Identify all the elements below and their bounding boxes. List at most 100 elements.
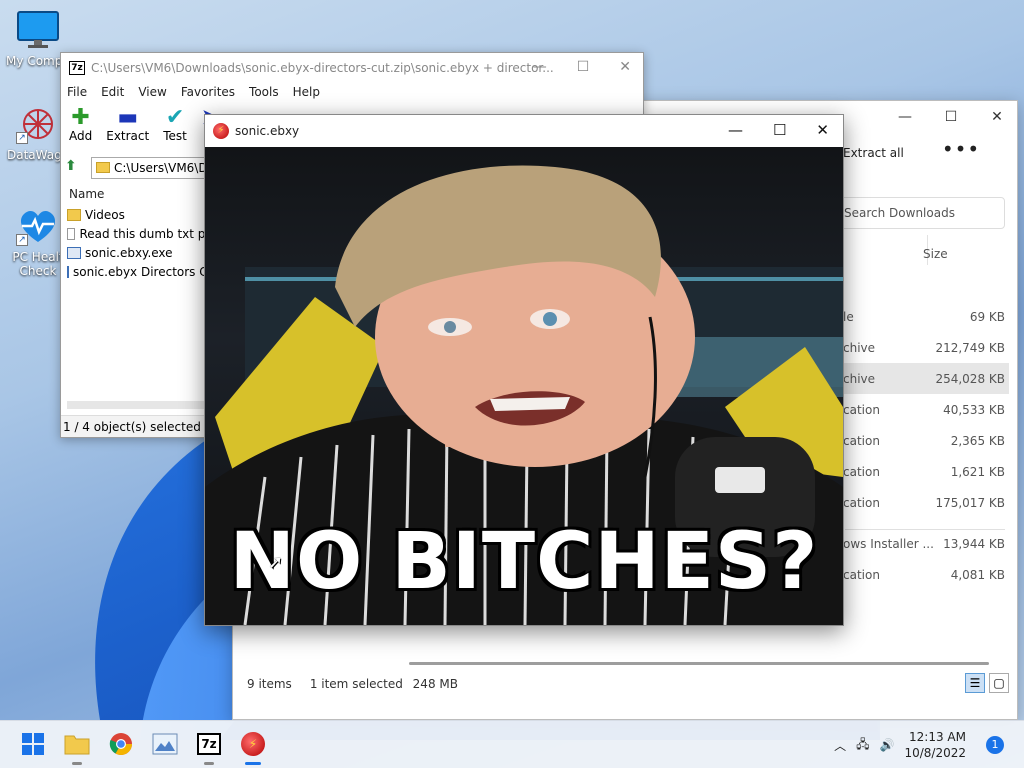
path-field[interactable]: C:\Users\VM6\D xyxy=(91,157,211,179)
file-list: le 69 KB chive 212,749 KB chive 254,028 … xyxy=(839,301,1009,590)
menu-tools[interactable]: Tools xyxy=(249,85,279,101)
details-view-icon[interactable]: ☰ xyxy=(965,673,985,693)
file-type: cation xyxy=(843,464,880,479)
file-type: cation xyxy=(843,567,880,582)
date: 10/8/2022 xyxy=(904,746,966,760)
image-icon xyxy=(152,733,178,755)
running-indicator xyxy=(72,762,82,765)
running-indicator xyxy=(204,762,214,765)
maximize-icon[interactable]: ☐ xyxy=(773,121,786,139)
exe-file-icon xyxy=(67,265,69,278)
close-icon[interactable]: ✕ xyxy=(816,121,829,139)
maximize-icon[interactable]: ☐ xyxy=(577,59,590,75)
search-input[interactable]: Search Downloads xyxy=(837,197,1005,229)
extract-label: Extract xyxy=(106,129,150,143)
path-text: C:\Users\VM6\D xyxy=(114,161,208,175)
file-size: 40,533 KB xyxy=(943,402,1005,417)
close-icon[interactable]: ✕ xyxy=(985,109,1009,125)
minus-icon: ▬ xyxy=(117,105,139,130)
menu-favorites[interactable]: Favorites xyxy=(181,85,235,101)
text-file-icon xyxy=(67,227,76,240)
volume-icon[interactable]: 🔊 xyxy=(880,738,895,752)
meme-caption: NO BITCHES? xyxy=(229,517,819,607)
notification-badge[interactable]: 1 xyxy=(986,736,1004,754)
table-row[interactable]: cation 4,081 KB xyxy=(839,559,1009,590)
file-size: 254,028 KB xyxy=(935,371,1005,386)
system-tray: ︿ 🖧 🔊 12:13 AM 10/8/2022 1 xyxy=(834,729,1004,761)
menu-view[interactable]: View xyxy=(138,85,166,101)
file-size: 4,081 KB xyxy=(950,567,1005,582)
7zip-titlebar: 7z C:\Users\VM6\Downloads\sonic.ebyx-dir… xyxy=(61,53,643,83)
folder-icon xyxy=(67,208,81,221)
file-type: cation xyxy=(843,402,880,417)
horizontal-scrollbar[interactable] xyxy=(409,662,989,665)
file-type: ows Installer ... xyxy=(843,536,934,551)
menu-bar: File Edit View Favorites Tools Help xyxy=(61,83,643,103)
list-item[interactable]: Videos xyxy=(65,205,215,224)
time: 12:13 AM xyxy=(909,730,966,744)
shortcut-arrow-icon: ↗ xyxy=(16,132,28,144)
start-button[interactable] xyxy=(18,729,48,759)
test-button[interactable]: ✔ Test xyxy=(163,107,187,151)
minimize-icon[interactable]: — xyxy=(533,59,547,75)
view-switcher: ☰ ▢ xyxy=(965,673,1009,693)
list-item[interactable]: sonic.ebxy.exe xyxy=(65,243,215,262)
taskbar-file-explorer[interactable] xyxy=(62,729,92,765)
file-type: cation xyxy=(843,433,880,448)
file-list: Name Videos Read this dumb txt pls sonic… xyxy=(65,185,215,281)
menu-file[interactable]: File xyxy=(67,85,87,101)
image-viewer-window[interactable]: ⚡ sonic.ebxy — ☐ ✕ NO BITCHES? xyxy=(204,114,844,626)
explorer-toolbar: Extract all ••• xyxy=(843,137,980,161)
chevron-up-icon[interactable]: ︿ xyxy=(834,737,846,754)
table-row[interactable]: cation 2,365 KB xyxy=(839,425,1009,456)
file-name: Read this dumb txt pls xyxy=(79,226,215,241)
taskbar-chrome[interactable] xyxy=(106,729,136,759)
add-button[interactable]: ✚ Add xyxy=(69,107,92,151)
taskbar: 7z ⚡ ︿ 🖧 🔊 12:13 AM 10/8/2022 1 xyxy=(0,720,1024,768)
table-row[interactable]: cation 40,533 KB xyxy=(839,394,1009,425)
table-row[interactable]: cation 1,621 KB xyxy=(839,456,1009,487)
datawagon-icon: ↗ xyxy=(16,104,60,144)
menu-edit[interactable]: Edit xyxy=(101,85,124,101)
shortcut-arrow-icon: ↗ xyxy=(16,234,28,246)
folder-icon xyxy=(96,162,110,173)
table-row[interactable]: chive 212,749 KB xyxy=(839,332,1009,363)
file-type: chive xyxy=(843,340,876,355)
minimize-icon[interactable]: — xyxy=(893,109,917,125)
more-options-icon[interactable]: ••• xyxy=(942,137,980,161)
column-header-name[interactable]: Name xyxy=(65,185,215,205)
7zip-logo-icon: 7z xyxy=(197,733,221,755)
file-size: 69 KB xyxy=(969,309,1005,324)
file-name: Videos xyxy=(85,207,125,222)
close-icon[interactable]: ✕ xyxy=(619,59,631,75)
extract-button[interactable]: ▬ Extract xyxy=(106,107,149,151)
tiles-view-icon[interactable]: ▢ xyxy=(989,673,1009,693)
monitor-icon xyxy=(16,10,60,50)
app-icon: ⚡ xyxy=(241,732,265,756)
table-row[interactable]: cation 175,017 KB xyxy=(839,487,1009,518)
list-item[interactable]: sonic.ebyx Directors Cu xyxy=(65,262,215,281)
table-row[interactable]: ows Installer ... 13,944 KB xyxy=(839,528,1009,559)
list-item[interactable]: Read this dumb txt pls xyxy=(65,224,215,243)
taskbar-sonic-viewer[interactable]: ⚡ xyxy=(238,729,268,765)
test-label: Test xyxy=(163,129,187,143)
column-header-size[interactable]: Size xyxy=(923,247,948,261)
clock[interactable]: 12:13 AM 10/8/2022 xyxy=(904,729,966,761)
file-size: 175,017 KB xyxy=(935,495,1005,510)
plus-icon: ✚ xyxy=(71,105,90,130)
horizontal-scrollbar[interactable] xyxy=(67,401,207,409)
taskbar-photos[interactable] xyxy=(150,729,180,759)
menu-help[interactable]: Help xyxy=(293,85,320,101)
maximize-icon[interactable]: ☐ xyxy=(939,109,963,125)
heart-pulse-icon: ↗ xyxy=(16,206,60,246)
network-icon[interactable]: 🖧 xyxy=(856,735,869,756)
windows-logo-icon xyxy=(22,733,44,755)
table-row-selected[interactable]: chive 254,028 KB xyxy=(839,363,1009,394)
window-title: C:\Users\VM6\Downloads\sonic.ebyx-direct… xyxy=(91,61,554,75)
file-size: 1,621 KB xyxy=(950,464,1005,479)
extract-all-button[interactable]: Extract all xyxy=(843,146,904,160)
up-folder-icon[interactable]: ⬆ xyxy=(65,158,85,178)
minimize-icon[interactable]: — xyxy=(728,121,743,139)
taskbar-7zip[interactable]: 7z xyxy=(194,729,224,765)
table-row[interactable]: le 69 KB xyxy=(839,301,1009,332)
